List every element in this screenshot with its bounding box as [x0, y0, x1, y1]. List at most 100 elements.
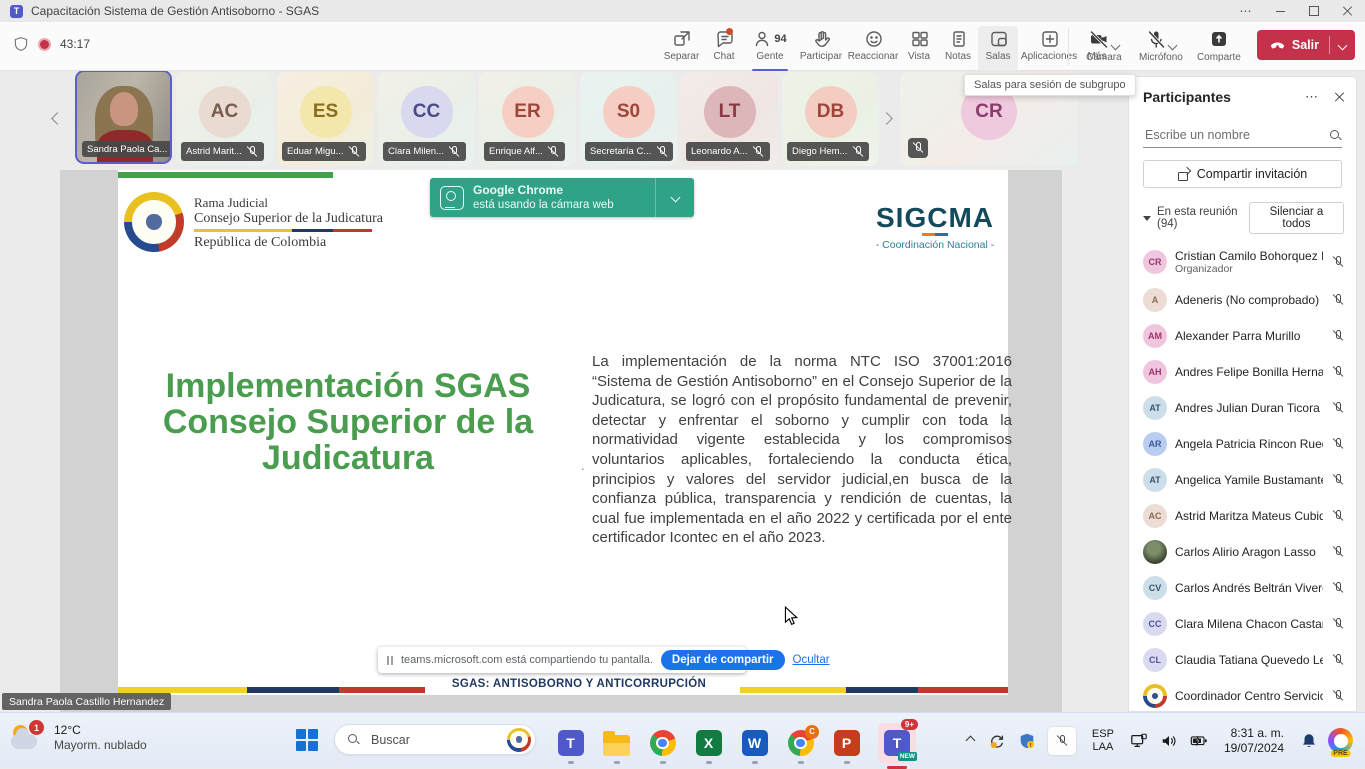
panel-close-button[interactable] — [1334, 92, 1344, 102]
participant-row[interactable]: A Adeneris (No comprobado) — [1129, 282, 1356, 318]
sync-icon[interactable] — [988, 732, 1006, 750]
strip-scroll-left-button[interactable] — [53, 110, 62, 128]
search-highlight-seal-icon[interactable] — [507, 728, 531, 752]
copilot-icon[interactable]: PRE — [1328, 728, 1353, 753]
taskbar-search-input[interactable] — [369, 732, 507, 748]
avatar: LT — [704, 86, 756, 138]
camera-options-chevron[interactable] — [1110, 41, 1120, 51]
participant-row[interactable]: CV Carlos Andrés Beltrán Viveros — [1129, 570, 1356, 606]
tray-expand-chevron[interactable] — [967, 737, 974, 744]
mic-off-icon — [851, 145, 864, 159]
mic-button[interactable]: Micrófono — [1131, 26, 1191, 63]
raise-hand-icon — [812, 29, 831, 48]
avatar: CV — [1143, 576, 1167, 600]
participant-filmstrip: Sandra Paola Ca... AC Astrid Marit... ES… — [0, 70, 1128, 172]
tray-mic-muted-icon[interactable] — [1048, 727, 1076, 755]
window-more-button[interactable]: ⋯ — [1229, 0, 1263, 22]
participant-row[interactable]: CR Cristian Camilo Bohorquez Ro... Organ… — [1129, 242, 1356, 282]
mute-all-button[interactable]: Silenciar a todos — [1249, 202, 1344, 234]
stop-sharing-button[interactable]: Dejar de compartir — [661, 650, 785, 670]
mic-options-chevron[interactable] — [1167, 41, 1177, 51]
video-tile[interactable]: DB Diego Hem... — [782, 72, 879, 166]
taskbar-app-chrome[interactable] — [648, 729, 677, 758]
tile-name: Secretaría C... — [590, 146, 651, 157]
weather-widget[interactable]: 1 12°C Mayorm. nublado — [10, 721, 147, 755]
leave-button[interactable]: Salir — [1257, 30, 1355, 60]
toolbar-chat-button[interactable]: Chat — [704, 26, 744, 71]
camera-button[interactable]: Cámara — [1077, 26, 1131, 63]
avatar: S0 — [603, 86, 655, 138]
participant-search[interactable] — [1143, 127, 1342, 148]
taskbar-app-teams[interactable]: T — [556, 729, 585, 758]
participant-row[interactable]: AM Alexander Parra Murillo — [1129, 318, 1356, 354]
participant-row[interactable]: AH Andres Felipe Bonilla Hernand... — [1129, 354, 1356, 390]
toolbar-salas-button[interactable]: Salas — [978, 26, 1018, 71]
participant-row[interactable]: Carlos Alirio Aragon Lasso — [1129, 534, 1356, 570]
video-tile[interactable]: AC Astrid Marit... — [176, 72, 273, 166]
section-collapse-caret[interactable] — [1143, 216, 1151, 221]
toolbar-notas-button[interactable]: Notas — [938, 26, 978, 71]
toolbar-separar-button[interactable]: Separar — [659, 26, 704, 71]
notifications-bell-icon[interactable] — [1300, 732, 1318, 750]
sigcma-logo: SIGCMA - Coordinación Nacional - — [868, 204, 1002, 251]
video-tile[interactable]: LT Leonardo A... — [681, 72, 778, 166]
minimize-icon — [1276, 11, 1285, 12]
taskbar-app-excel[interactable]: X — [694, 729, 723, 758]
participant-row[interactable]: AR Angela Patricia Rincon Rueda — [1129, 426, 1356, 462]
participant-row[interactable]: AT Andres Julian Duran Ticora — [1129, 390, 1356, 426]
video-tile[interactable]: ES Eduar Migu... — [277, 72, 374, 166]
teams-new-label: NEW — [898, 752, 917, 761]
window-close-button[interactable] — [1331, 0, 1365, 22]
panel-more-button[interactable]: ⋯ — [1305, 89, 1318, 105]
avatar-seal — [1143, 684, 1167, 708]
speaker-tooltip: Sandra Paola Castillo Hernandez — [2, 693, 171, 710]
battery-icon[interactable] — [1190, 732, 1208, 750]
participant-row[interactable]: CL Claudia Tatiana Quevedo Leal — [1129, 642, 1356, 678]
volume-icon[interactable] — [1160, 732, 1178, 750]
participants-panel: Participantes ⋯ Compartir invitación En … — [1128, 76, 1357, 712]
apps-icon — [1040, 29, 1059, 48]
toolbar-reaccionar-button[interactable]: Reaccionar — [846, 26, 900, 71]
toolbar-gente-button[interactable]: 94 Gente — [744, 26, 796, 71]
tile-name: Clara Milen... — [388, 146, 444, 157]
tile-name: Leonardo A... — [691, 146, 748, 157]
video-tile[interactable]: S0 Secretaría C... — [580, 72, 677, 166]
video-tile-sandra[interactable]: Sandra Paola Ca... — [75, 70, 172, 164]
window-minimize-button[interactable] — [1263, 0, 1297, 22]
taskbar-clock[interactable]: 8:31 a. m. 19/07/2024 — [1224, 726, 1284, 756]
window-titlebar: T Capacitación Sistema de Gestión Antiso… — [0, 0, 1365, 22]
language-indicator[interactable]: ESP LAA — [1092, 728, 1114, 753]
smiley-icon — [864, 29, 883, 48]
chrome-camera-banner[interactable]: Google Chrome está usando la cámara web — [430, 178, 694, 217]
salas-tooltip: Salas para sesión de subgrupo — [964, 74, 1136, 96]
security-shield-icon[interactable] — [1018, 732, 1036, 750]
toolbar-vista-button[interactable]: Vista — [900, 26, 938, 71]
taskbar-app-file-explorer[interactable] — [602, 729, 631, 758]
taskbar-app-teams-active[interactable]: T 9+ NEW — [878, 723, 916, 763]
taskbar-app-powerpoint[interactable]: P — [832, 729, 861, 758]
participant-row[interactable]: AT Angelica Yamile Bustamante T... — [1129, 462, 1356, 498]
participant-search-input[interactable] — [1143, 127, 1329, 143]
participant-row[interactable]: AC Astrid Maritza Mateus Cubides — [1129, 498, 1356, 534]
in-meeting-count: En esta reunión (94) — [1157, 206, 1249, 230]
share-invite-button[interactable]: Compartir invitación — [1143, 160, 1342, 188]
leave-options-chevron[interactable] — [1330, 36, 1355, 54]
video-tile[interactable]: CC Clara Milen... — [378, 72, 475, 166]
tile-name: Enrique Alf... — [489, 146, 543, 157]
taskbar-search[interactable] — [334, 724, 536, 755]
participant-row[interactable]: CC Clara Milena Chacon Castaño — [1129, 606, 1356, 642]
start-button[interactable] — [296, 729, 318, 751]
video-tile[interactable]: ER Enrique Alf... — [479, 72, 576, 166]
banner-options-chevron[interactable] — [655, 178, 694, 217]
network-icon[interactable] — [1130, 732, 1148, 750]
taskbar-app-chrome-profile[interactable]: C — [786, 729, 815, 758]
share-screen-button[interactable]: Comparte — [1191, 26, 1247, 63]
hide-share-bar-link[interactable]: Ocultar — [793, 654, 830, 666]
window-maximize-button[interactable] — [1297, 0, 1331, 22]
strip-scroll-right-button[interactable] — [882, 110, 891, 128]
avatar: CC — [401, 86, 453, 138]
taskbar-app-word[interactable]: W — [740, 729, 769, 758]
mic-off-icon — [1331, 329, 1344, 343]
toolbar-participar-button[interactable]: Participar — [796, 26, 846, 71]
participant-row[interactable]: Coordinador Centro Servicios ... — [1129, 678, 1356, 712]
